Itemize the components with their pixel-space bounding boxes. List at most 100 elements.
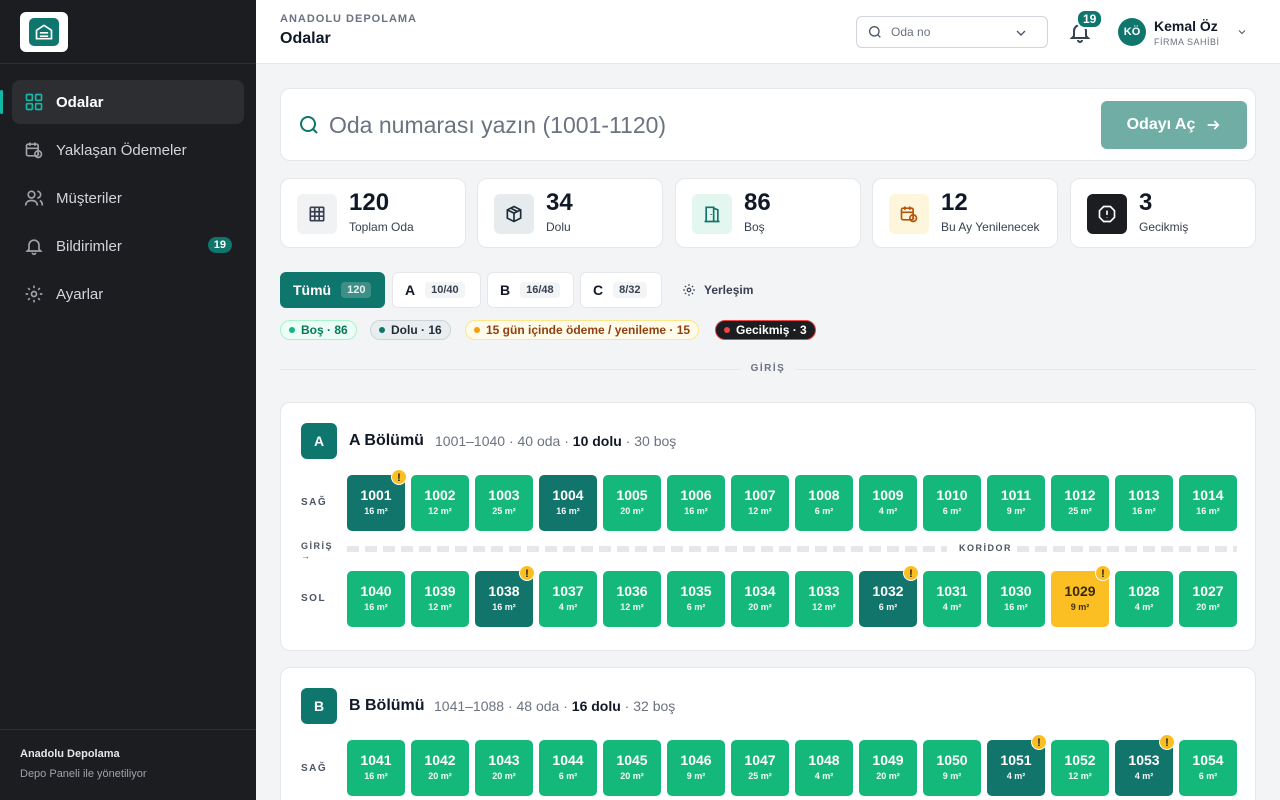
bell-icon: [25, 239, 43, 256]
room-size: 25 m²: [492, 506, 516, 516]
sidebar-item-musteriler[interactable]: Müşteriler: [12, 176, 244, 220]
room-1040[interactable]: 1040 16 m²: [347, 571, 405, 627]
room-1031[interactable]: 1031 4 m²: [923, 571, 981, 627]
open-room-button[interactable]: Odayı Aç: [1101, 101, 1247, 149]
room-1030[interactable]: 1030 16 m²: [987, 571, 1045, 627]
room-1034[interactable]: 1034 20 m²: [731, 571, 789, 627]
room-1053[interactable]: 1053 4 m²!: [1115, 734, 1175, 796]
room-number: 1044: [552, 752, 584, 768]
room-number: 1053: [1128, 752, 1160, 768]
legend-yakin[interactable]: 15 gün içinde ödeme / yenileme · 15: [465, 320, 700, 340]
room-1045[interactable]: 1045 20 m²: [603, 740, 661, 796]
room-size: 9 m²: [1070, 602, 1090, 612]
room-1004[interactable]: 1004 16 m²: [539, 475, 597, 531]
corridor-label: KORİDOR: [959, 543, 1012, 553]
chevron-down-icon: [1016, 30, 1026, 36]
stat-value: 12: [941, 189, 968, 216]
tab-a[interactable]: A 10/40: [392, 272, 481, 308]
room-number: 1003: [488, 487, 520, 503]
room-1051[interactable]: 1051 4 m²!: [987, 734, 1047, 796]
users-icon: [24, 190, 44, 206]
room-1014[interactable]: 1014 16 m²: [1179, 475, 1237, 531]
tab-yerlesim[interactable]: Yerleşim: [670, 272, 770, 308]
room-1003[interactable]: 1003 25 m²: [475, 475, 533, 531]
sidebar-item-label: Ayarlar: [56, 285, 104, 303]
room-1028[interactable]: 1028 4 m²: [1115, 571, 1173, 627]
grid-icon: [297, 194, 337, 234]
room-number: 1052: [1064, 752, 1096, 768]
room-number-input[interactable]: Oda numarası yazın (1001-1120): [329, 112, 666, 139]
room-1011[interactable]: 1011 9 m²: [987, 475, 1045, 531]
room-1041[interactable]: 1041 16 m²: [347, 740, 405, 796]
room-number: 1012: [1064, 487, 1096, 503]
room-1047[interactable]: 1047 25 m²: [731, 740, 789, 796]
tab-b[interactable]: B 16/48: [487, 272, 574, 308]
room-number: 1007: [744, 487, 776, 503]
legend-gecikmis[interactable]: Gecikmiş · 3: [715, 320, 816, 340]
room-1001[interactable]: 1001 16 m²!: [347, 469, 407, 531]
avatar[interactable]: KÖ: [1118, 18, 1146, 46]
room-size: 16 m²: [364, 506, 388, 516]
legend-dolu[interactable]: Dolu · 16: [370, 320, 451, 340]
room-1027[interactable]: 1027 20 m²: [1179, 571, 1237, 627]
stat-card-bos: 86 Boş: [675, 178, 861, 248]
room-number: 1009: [872, 487, 904, 503]
legend-bos[interactable]: Boş · 86: [280, 320, 357, 340]
room-1010[interactable]: 1010 6 m²: [923, 475, 981, 531]
room-1032[interactable]: 1032 6 m²!: [859, 565, 919, 627]
room-1050[interactable]: 1050 9 m²: [923, 740, 981, 796]
tab-c[interactable]: C 8/32: [580, 272, 662, 308]
room-size: 6 m²: [878, 602, 898, 612]
tab-tumu[interactable]: Tümü 120: [280, 272, 385, 308]
room-1038[interactable]: 1038 16 m²!: [475, 565, 535, 627]
sidebar-item-label: Yaklaşan Ödemeler: [56, 141, 187, 159]
room-1052[interactable]: 1052 12 m²: [1051, 740, 1109, 796]
app-logo[interactable]: [20, 12, 68, 52]
sidebar-item-yaklasan-odemeler[interactable]: Yaklaşan Ödemeler: [12, 128, 244, 172]
room-1008[interactable]: 1008 6 m²: [795, 475, 853, 531]
notification-badge: 19: [1076, 9, 1104, 29]
room-1042[interactable]: 1042 20 m²: [411, 740, 469, 796]
room-1044[interactable]: 1044 6 m²: [539, 740, 597, 796]
room-1012[interactable]: 1012 25 m²: [1051, 475, 1109, 531]
room-size: 4 m²: [1134, 771, 1154, 781]
room-1007[interactable]: 1007 12 m²: [731, 475, 789, 531]
room-1048[interactable]: 1048 4 m²: [795, 740, 853, 796]
corridor-dashes: [347, 546, 947, 552]
room-1009[interactable]: 1009 4 m²: [859, 475, 917, 531]
room-1036[interactable]: 1036 12 m²: [603, 571, 661, 627]
calendar-clock-icon: [25, 142, 43, 159]
room-number: 1031: [936, 583, 968, 599]
room-1049[interactable]: 1049 20 m²: [859, 740, 917, 796]
room-1054[interactable]: 1054 6 m²: [1179, 740, 1237, 796]
room-number: 1011: [1000, 487, 1032, 503]
room-number: 1001: [360, 487, 392, 503]
room-size: 4 m²: [814, 771, 834, 781]
room-1002[interactable]: 1002 12 m²: [411, 475, 469, 531]
room-1006[interactable]: 1006 16 m²: [667, 475, 725, 531]
room-1013[interactable]: 1013 16 m²: [1115, 475, 1173, 531]
sidebar-item-bildirimler[interactable]: Bildirimler 19: [12, 224, 244, 268]
room-1043[interactable]: 1043 20 m²: [475, 740, 533, 796]
section-b: B B Bölümü 1041–1088 · 48 oda · 16 dolu …: [280, 667, 1256, 800]
section-title: A Bölümü: [349, 432, 424, 449]
calendar-clock-icon: [889, 194, 929, 234]
room-1005[interactable]: 1005 20 m²: [603, 475, 661, 531]
room-1039[interactable]: 1039 12 m²: [411, 571, 469, 627]
room-size: 16 m²: [556, 506, 580, 516]
chevron-down-icon[interactable]: [1236, 26, 1248, 38]
room-1037[interactable]: 1037 4 m²: [539, 571, 597, 627]
sidebar-item-ayarlar[interactable]: Ayarlar: [12, 272, 244, 316]
room-1029[interactable]: 1029 9 m²!: [1051, 565, 1111, 627]
user-role: FİRMA SAHİBİ: [1154, 37, 1220, 47]
sidebar-item-odalar[interactable]: Odalar: [0, 80, 244, 124]
room-search-select[interactable]: Oda no: [856, 16, 1048, 48]
stat-value: 86: [744, 189, 771, 216]
user-name[interactable]: Kemal Öz: [1154, 18, 1218, 34]
row-label-sol: SOL: [301, 593, 327, 604]
box-icon: [494, 194, 534, 234]
room-1046[interactable]: 1046 9 m²: [667, 740, 725, 796]
room-1033[interactable]: 1033 12 m²: [795, 571, 853, 627]
stat-value: 3: [1139, 189, 1153, 216]
room-1035[interactable]: 1035 6 m²: [667, 571, 725, 627]
